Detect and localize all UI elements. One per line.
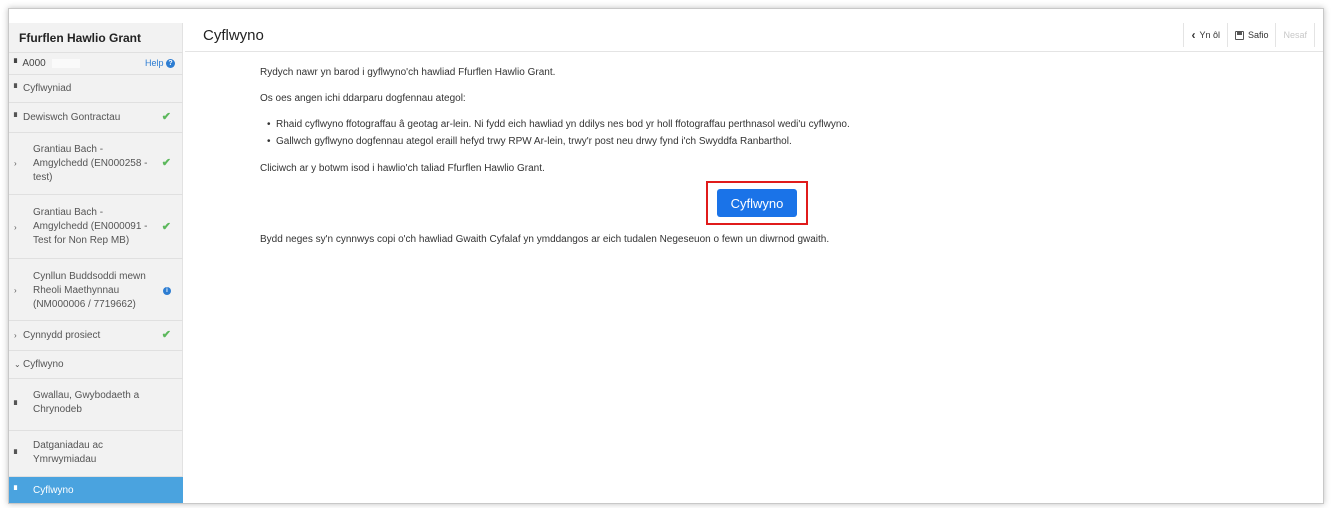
reference-row: ▘ A000 Help ? xyxy=(9,53,183,75)
caret-right-icon: › xyxy=(14,331,17,340)
save-button[interactable]: Safio xyxy=(1228,23,1277,47)
check-icon: ✔ xyxy=(161,221,171,233)
submit-highlight: Cyflwyno xyxy=(706,181,808,225)
app-window: Ffurflen Hawlio Grant ▘ A000 Help ? ▘ Cy… xyxy=(8,8,1324,504)
help-link[interactable]: Help ? xyxy=(145,58,175,69)
page-icon: ▘ xyxy=(14,450,21,459)
sidebar-item-gwallau[interactable]: ▘ Gwallau, Gwybodaeth a Chrynodeb xyxy=(9,379,183,431)
floppy-disk-icon xyxy=(1234,30,1244,40)
sidebar-item-cynnydd-prosiect[interactable]: › Cynnydd prosiect ✔ xyxy=(9,321,183,351)
check-icon: ✔ xyxy=(161,157,171,169)
sidebar-item-dewiswch-gontractau[interactable]: ▘ Dewiswch Gontractau ✔ xyxy=(9,103,183,133)
page-icon: ▘ xyxy=(14,486,21,495)
header-divider xyxy=(185,51,1323,52)
page-icon: ▘ xyxy=(14,401,21,410)
sidebar-item-grant-en000258[interactable]: › Grantiau Bach - Amgylchedd (EN000258 -… xyxy=(9,133,183,195)
bullet-item: • Rhaid cyflwyno ffotograffau â geotag a… xyxy=(267,119,850,130)
page-icon: ▘ xyxy=(14,84,21,93)
check-icon: ✔ xyxy=(161,111,171,123)
page-icon: ▘ xyxy=(14,113,21,122)
caret-right-icon: › xyxy=(14,286,17,295)
caret-right-icon: › xyxy=(14,223,17,232)
sidebar-item-cyflwyniad[interactable]: ▘ Cyflwyniad xyxy=(9,75,183,103)
chevron-left-icon: ‹ xyxy=(1191,28,1196,42)
bullet-item: • Gallwch gyflwyno dogfennau ategol erai… xyxy=(267,136,792,147)
page-title: Cyflwyno xyxy=(203,27,264,44)
intro-text: Rydych nawr yn barod i gyflwyno'ch hawli… xyxy=(260,67,556,78)
check-icon: ✔ xyxy=(161,329,171,341)
docs-heading: Os oes angen ichi ddarparu dogfennau ate… xyxy=(260,93,466,104)
info-icon: i xyxy=(163,287,171,295)
click-instruction: Cliciwch ar y botwm isod i hawlio'ch tal… xyxy=(260,163,545,174)
question-icon: ? xyxy=(166,59,175,69)
sidebar: Ffurflen Hawlio Grant ▘ A000 Help ? ▘ Cy… xyxy=(9,23,183,503)
reference-id: ▘ A000 xyxy=(14,58,80,69)
back-button[interactable]: ‹ Yn ôl xyxy=(1184,23,1228,47)
sidebar-item-datganiadau[interactable]: ▘ Datganiadau ac Ymrwymiadau xyxy=(9,431,183,477)
sidebar-item-cyflwyno-active[interactable]: ▘ Cyflwyno xyxy=(9,477,183,503)
sidebar-item-cyflwyno-group[interactable]: ⌄ Cyflwyno xyxy=(9,351,183,379)
footer-notice: Bydd neges sy'n cynnwys copi o'ch hawlia… xyxy=(260,234,830,245)
sidebar-title: Ffurflen Hawlio Grant xyxy=(9,23,183,53)
next-button[interactable]: Nesaf xyxy=(1276,23,1315,47)
toolbar: ‹ Yn ôl Safio Nesaf xyxy=(1183,23,1315,47)
caret-down-icon: ⌄ xyxy=(14,360,21,369)
caret-right-icon: › xyxy=(14,159,17,168)
sidebar-item-nutrient-management[interactable]: › Cynllun Buddsoddi mewn Rheoli Maethynn… xyxy=(9,259,183,321)
submit-button[interactable]: Cyflwyno xyxy=(717,189,797,217)
sidebar-item-grant-en000091[interactable]: › Grantiau Bach - Amgylchedd (EN000091 -… xyxy=(9,195,183,259)
